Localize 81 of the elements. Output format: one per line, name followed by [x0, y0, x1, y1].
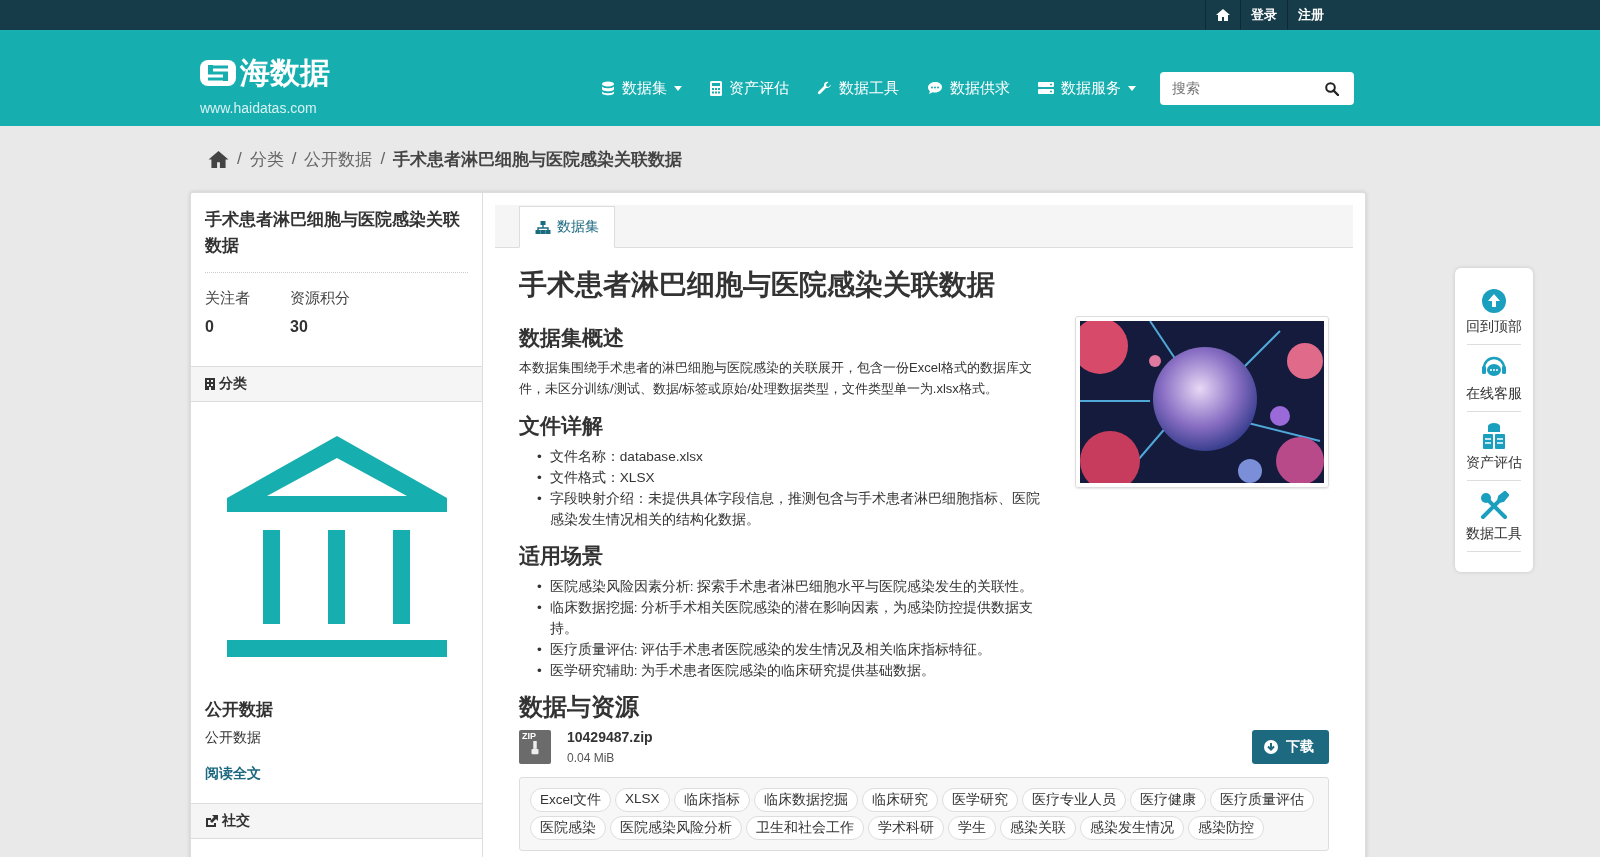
bullet: • [537, 641, 542, 660]
section-heading: 分类 [219, 375, 247, 393]
section-heading: 社交 [222, 812, 250, 830]
file-size: 0.04 MiB [567, 751, 616, 766]
zip-file-icon: ZIP [519, 730, 551, 765]
section-heading: 适用场景 [519, 542, 604, 569]
list-item: 医疗质量评估: 评估手术患者医院感染的发生情况及相关临床指标特征。 [549, 641, 992, 660]
page-title: 手术患者淋巴细胞与医院感染关联数据 [519, 268, 996, 302]
stat-label: 关注者 [205, 289, 250, 308]
category-description: 公开数据 [205, 729, 261, 747]
breadcrumb-separator: / [291, 149, 297, 169]
tag[interactable]: 医学研究 [941, 788, 1018, 813]
tag[interactable]: 临床研究 [861, 788, 938, 813]
stat-value: 30 [290, 318, 309, 336]
clipboard-icon [1481, 422, 1507, 450]
wrench-icon [817, 80, 832, 96]
list-item: 医院感染风险因素分析: 探索手术患者淋巴细胞水平与医院感染发生的关联性。 [549, 577, 1034, 596]
tag[interactable]: XLSX [615, 788, 670, 813]
floating-link[interactable]: 资产评估 [1467, 412, 1521, 481]
tag[interactable]: 卫生和社会工作 [746, 816, 864, 841]
list-item: 文件名称：database.xlsx [549, 447, 703, 466]
section-heading: 数据集概述 [519, 325, 625, 351]
tools-icon [1479, 491, 1509, 521]
breadcrumb-link[interactable]: 公开数据 [304, 147, 373, 171]
description-text: 本数据集围绕手术患者的淋巴细胞与医院感染的关联展开，包含一份Excel格式的数据库文件，未区分训练/测试、数据/标签或原始/处理数据类型，文件类型单一为.xlsx格式。 [519, 359, 1033, 398]
tag[interactable]: 感染关联 [1000, 816, 1076, 841]
bullet: • [537, 577, 542, 596]
list-item: 医学研究辅助: 为手术患者医院感染的临床研究提供基础数据。 [549, 662, 936, 681]
site-url: www.haidatas.com [200, 99, 318, 116]
floating-link[interactable]: 数据工具 [1467, 481, 1521, 552]
download-button[interactable]: 下载 [1252, 730, 1329, 765]
download-icon [1264, 740, 1278, 755]
bullet: • [537, 598, 542, 617]
sitemap-icon [535, 220, 551, 234]
list-item: 临床数据挖掘: 分析手术相关医院感染的潜在影响因素，为感染防控提供数据支持。 [549, 598, 1035, 638]
tag[interactable]: 感染防控 [1188, 816, 1264, 841]
list-item: 文件格式：XLSX [549, 468, 655, 487]
tag[interactable]: 医院感染风险分析 [610, 816, 742, 841]
tag[interactable]: 医疗健康 [1129, 788, 1206, 813]
search-field[interactable]: 搜索 [1160, 71, 1354, 105]
building-icon [205, 378, 215, 390]
stat-label: 资源积分 [290, 289, 350, 308]
bullet: • [537, 489, 542, 508]
chat-bubble-icon [927, 81, 943, 95]
home-icon[interactable] [208, 150, 229, 168]
category-name: 公开数据 [205, 699, 273, 721]
tag[interactable]: Excel文件 [530, 788, 611, 813]
dataset-title: 手术患者淋巴细胞与医院感染关联数据 [205, 207, 468, 273]
floating-link[interactable]: 回到顶部 [1467, 278, 1521, 345]
breadcrumb-separator: / [380, 149, 386, 169]
tag[interactable]: 学术科研 [868, 816, 944, 841]
bullet: • [537, 662, 542, 681]
tab[interactable]: 数据集 [519, 206, 615, 248]
tag[interactable]: 临床数据挖掘 [753, 788, 858, 813]
bullet: • [537, 447, 542, 466]
tag[interactable]: 医院感染 [530, 816, 606, 841]
database-icon [601, 80, 615, 96]
calculator-icon [710, 80, 722, 96]
breadcrumb-link[interactable]: 手术患者淋巴细胞与医院感染关联数据 [393, 147, 683, 171]
file-name[interactable]: 10429487.zip [567, 729, 653, 746]
tag[interactable]: 学生 [948, 816, 996, 841]
floating-link[interactable]: 在线客服 [1467, 345, 1521, 412]
search-icon[interactable] [1325, 81, 1339, 96]
bullet: • [537, 468, 542, 487]
breadcrumb-link[interactable]: 分类 [249, 147, 284, 171]
share-icon [205, 815, 218, 827]
server-icon [1038, 81, 1054, 95]
institution-icon [226, 436, 447, 658]
home-icon [1216, 9, 1230, 21]
logo-icon [200, 60, 236, 86]
breadcrumb-separator: / [237, 149, 242, 169]
stat-value: 0 [205, 318, 215, 336]
tag[interactable]: 临床指标 [673, 788, 750, 813]
tag[interactable]: 感染发生情况 [1080, 816, 1184, 841]
list-item: 字段映射介绍：未提供具体字段信息，推测包含与手术患者淋巴细胞指标、医院感染发生情况相关的结构化数据。 [549, 489, 1041, 529]
section-heading: 文件详解 [519, 412, 604, 439]
logo-text: 海数据 [240, 54, 330, 91]
tag[interactable]: 医疗专业人员 [1021, 788, 1126, 813]
tag[interactable]: 医疗质量评估 [1209, 788, 1314, 813]
read-more-link[interactable]: 阅读全文 [205, 765, 261, 783]
section-heading: 数据与资源 [519, 692, 640, 723]
